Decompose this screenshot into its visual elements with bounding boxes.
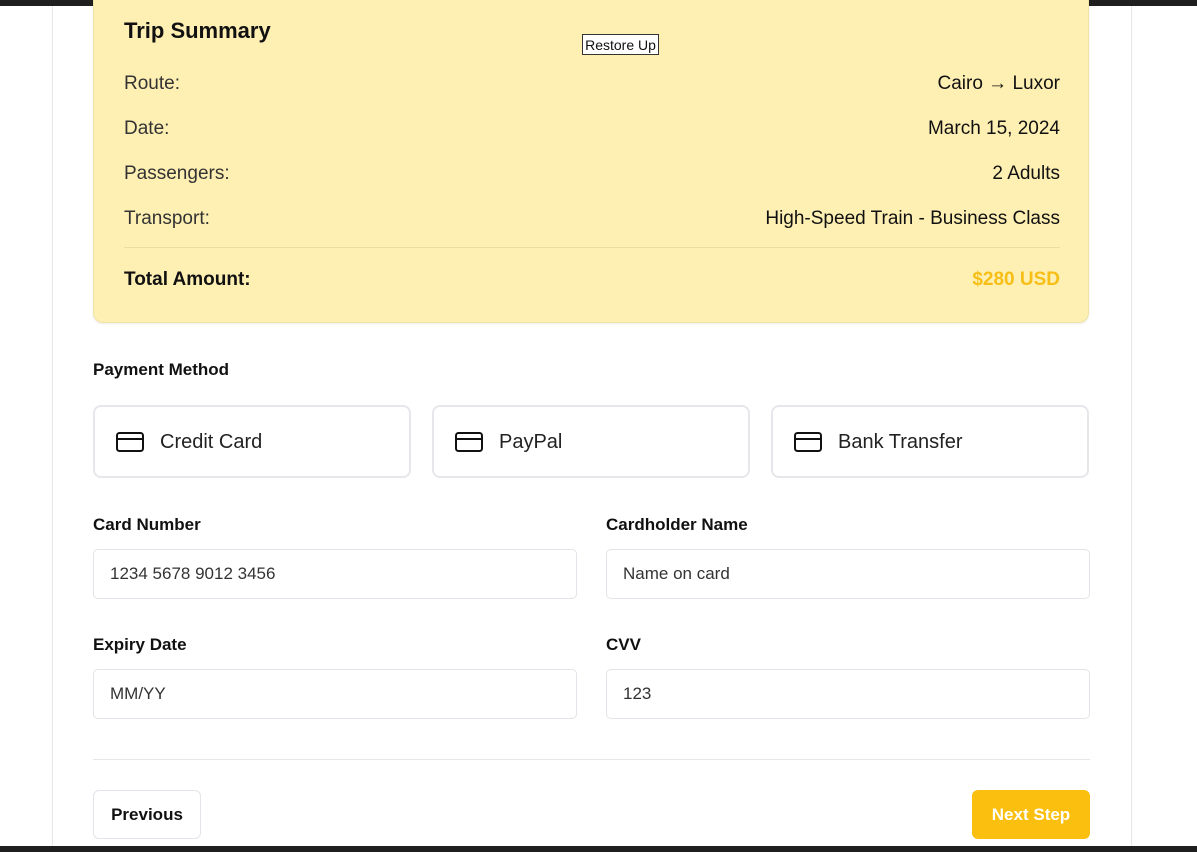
next-step-button[interactable]: Next Step (972, 790, 1090, 839)
summary-label: Passengers: (124, 163, 230, 184)
payment-option-label: Credit Card (160, 431, 263, 453)
payment-option-label: Bank Transfer (838, 431, 963, 453)
cardholder-name-input[interactable] (606, 549, 1090, 599)
card-number-input[interactable] (93, 549, 577, 599)
card-number-label: Card Number (93, 515, 201, 534)
cvv-label: CVV (606, 635, 641, 654)
summary-row-date: Date: March 15, 2024 (124, 116, 1060, 142)
summary-value: Cairo → Luxor (937, 73, 1061, 94)
window-bottom-edge (0, 846, 1197, 852)
previous-button[interactable]: Previous (93, 790, 201, 839)
summary-label: Date: (124, 118, 170, 139)
payment-option-label: PayPal (499, 431, 563, 453)
summary-row-passengers: Passengers: 2 Adults (124, 161, 1060, 187)
expiry-date-input[interactable] (93, 669, 577, 719)
payment-option-credit-card[interactable]: Credit Card (93, 405, 411, 478)
summary-divider (124, 247, 1060, 248)
restore-up-tooltip: Restore Up (582, 34, 659, 55)
summary-row-transport: Transport: High-Speed Train - Business C… (124, 206, 1060, 232)
credit-card-icon (794, 432, 822, 452)
summary-value: 2 Adults (992, 163, 1060, 184)
expiry-date-label: Expiry Date (93, 635, 187, 654)
credit-card-icon (116, 432, 144, 452)
credit-card-icon (455, 432, 483, 452)
summary-total-row: Total Amount: $280 USD (124, 266, 1060, 294)
total-label: Total Amount: (124, 269, 251, 290)
summary-title: Trip Summary (124, 18, 271, 43)
summary-value: High-Speed Train - Business Class (765, 208, 1060, 229)
payment-option-paypal[interactable]: PayPal (432, 405, 750, 478)
form-divider (93, 759, 1090, 760)
cvv-input[interactable] (606, 669, 1090, 719)
total-amount: $280 USD (972, 269, 1060, 290)
payment-method-label: Payment Method (93, 360, 230, 379)
cardholder-name-label: Cardholder Name (606, 515, 748, 534)
summary-label: Route: (124, 73, 180, 94)
summary-row-route: Route: Cairo → Luxor (124, 71, 1060, 97)
payment-option-bank-transfer[interactable]: Bank Transfer (771, 405, 1089, 478)
summary-value: March 15, 2024 (927, 118, 1060, 139)
summary-label: Transport: (124, 208, 210, 229)
